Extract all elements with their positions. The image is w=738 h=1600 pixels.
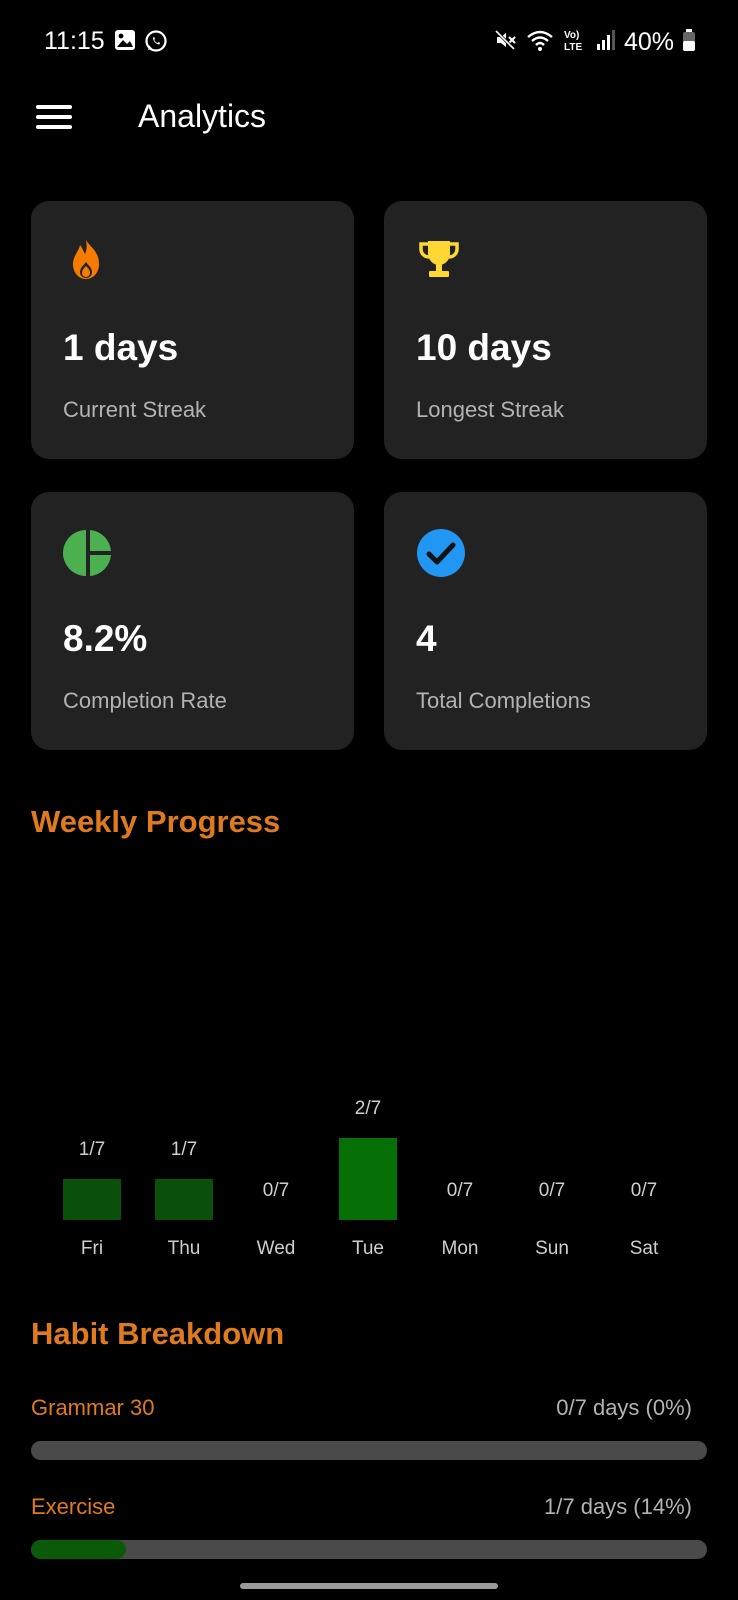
weekly-progress-chart: 1/7 Fri 1/7 Thu 0/7 Wed 2/7 Tue 0/7 Mon 0/7 Sun 0/7 S…	[46, 1090, 692, 1270]
check-circle-icon	[416, 528, 465, 577]
battery-percent: 40%	[623, 28, 674, 56]
chart-bar-value-label: 1/7	[170, 1139, 198, 1160]
hamburger-menu-icon[interactable]	[36, 105, 72, 135]
gallery-icon	[114, 29, 136, 58]
notification-icons	[114, 29, 168, 58]
whatsapp-icon	[144, 29, 168, 58]
longest-streak-value: 10 days	[416, 327, 552, 368]
chart-bar-column: 2/7 Tue	[322, 1090, 414, 1270]
longest-streak-label: Longest Streak	[416, 397, 564, 422]
battery-icon	[682, 28, 696, 57]
chart-bar-column: 1/7 Thu	[138, 1090, 230, 1270]
volte-icon: Vo) LTE	[562, 27, 588, 58]
current-streak-card: 1 days Current Streak	[31, 201, 354, 459]
home-indicator[interactable]	[240, 1583, 498, 1589]
chart-day-label: Fri	[80, 1238, 104, 1259]
habit-stat: 1/7 days (14%)	[544, 1494, 692, 1519]
total-completions-card: 4 Total Completions	[384, 492, 707, 750]
habit-progress-bar	[31, 1540, 707, 1559]
chart-bar	[339, 1138, 397, 1220]
habit-breakdown-title: Habit Breakdown	[31, 1316, 285, 1351]
longest-streak-card: 10 days Longest Streak	[384, 201, 707, 459]
app-bar: Analytics	[0, 80, 738, 160]
habit-name: Exercise	[31, 1494, 116, 1519]
chart-day-label: Tue	[351, 1238, 385, 1259]
pie-chart-icon	[63, 528, 111, 576]
wifi-icon	[526, 28, 554, 57]
chart-bar	[63, 1179, 121, 1220]
chart-bar-value-label: 0/7	[262, 1180, 290, 1201]
total-completions-label: Total Completions	[416, 688, 591, 713]
svg-text:LTE: LTE	[564, 42, 582, 53]
trophy-icon	[416, 237, 462, 283]
weekly-progress-title: Weekly Progress	[31, 804, 281, 839]
chart-bar-value-label: 0/7	[630, 1180, 658, 1201]
total-completions-value: 4	[416, 618, 437, 659]
svg-text:Vo): Vo)	[564, 30, 579, 41]
habit-progress-bar	[31, 1441, 707, 1460]
signal-icon	[596, 29, 616, 56]
chart-bar-column: 0/7 Wed	[230, 1090, 322, 1270]
chart-bar-column: 0/7 Sun	[506, 1090, 598, 1270]
chart-bar-column: 0/7 Sat	[598, 1090, 690, 1270]
chart-bar-value-label: 2/7	[354, 1098, 382, 1119]
habit-name: Grammar 30	[31, 1395, 155, 1420]
chart-day-label: Wed	[256, 1238, 296, 1259]
status-time: 11:15	[44, 27, 105, 55]
system-icons: Vo) LTE 40%	[494, 27, 696, 58]
chart-bar	[155, 1179, 213, 1220]
chart-bar-column: 1/7 Fri	[46, 1090, 138, 1270]
flame-icon	[63, 237, 109, 283]
habit-progress-fill	[31, 1540, 126, 1559]
chart-bar-value-label: 0/7	[538, 1180, 566, 1201]
status-bar: 11:15 Vo) LTE 40%	[0, 0, 738, 80]
completion-rate-value: 8.2%	[63, 618, 148, 659]
chart-bar-column: 0/7 Mon	[414, 1090, 506, 1270]
page-title: Analytics	[138, 98, 267, 134]
chart-day-label: Mon	[441, 1238, 479, 1259]
chart-bar-value-label: 0/7	[446, 1180, 474, 1201]
completion-rate-card: 8.2% Completion Rate	[31, 492, 354, 750]
current-streak-label: Current Streak	[63, 397, 207, 422]
chart-day-label: Sat	[629, 1238, 659, 1259]
mute-icon	[494, 28, 518, 57]
current-streak-value: 1 days	[63, 327, 179, 368]
habit-stat: 0/7 days (0%)	[556, 1395, 692, 1420]
chart-bar-value-label: 1/7	[78, 1139, 106, 1160]
chart-day-label: Thu	[167, 1238, 201, 1259]
chart-day-label: Sun	[535, 1238, 569, 1259]
completion-rate-label: Completion Rate	[63, 688, 227, 713]
